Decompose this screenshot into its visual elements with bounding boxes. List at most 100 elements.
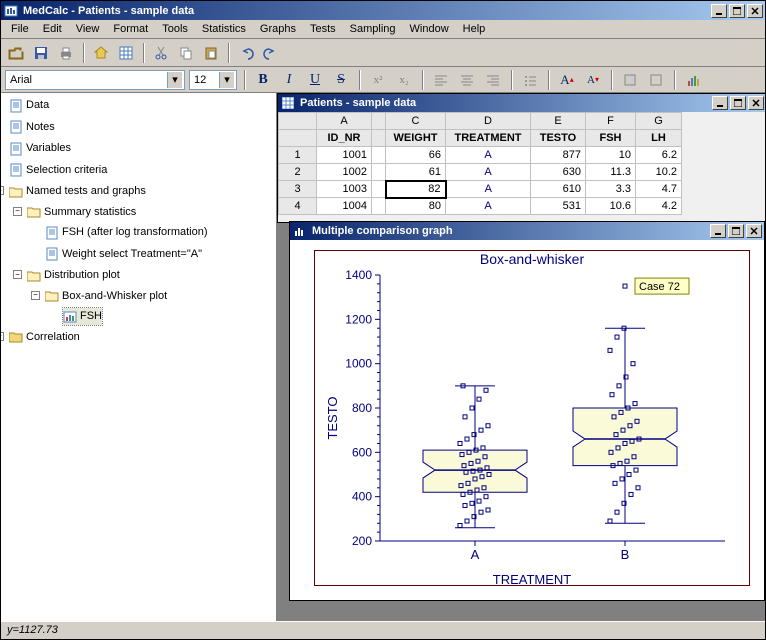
tree-item[interactable]: Correlation <box>9 329 80 346</box>
fontsize-combo[interactable]: 12 ▾ <box>189 70 237 90</box>
box2-button[interactable] <box>645 69 667 91</box>
data-window-title: Patients - sample data <box>300 97 712 109</box>
align-left-button[interactable] <box>430 69 452 91</box>
grid-button[interactable] <box>115 42 137 64</box>
menu-file[interactable]: File <box>5 21 35 37</box>
cut-button[interactable] <box>150 42 172 64</box>
tree-label: Selection criteria <box>26 162 107 179</box>
close-button[interactable] <box>747 4 763 18</box>
tree-label: Notes <box>26 119 55 136</box>
bold-button[interactable]: B <box>252 69 274 91</box>
document-icon <box>45 226 59 240</box>
svg-text:600: 600 <box>352 445 372 459</box>
menu-window[interactable]: Window <box>404 21 455 37</box>
folder-icon <box>27 205 41 219</box>
tree-toggle[interactable]: − <box>13 207 22 216</box>
minimize-button[interactable] <box>711 4 727 18</box>
box1-button[interactable] <box>619 69 641 91</box>
menu-statistics[interactable]: Statistics <box>196 21 252 37</box>
tree-label: Data <box>26 97 49 114</box>
data-grid[interactable]: ACDEFGID_NRWEIGHTTREATMENTTESTOFSHLH1100… <box>278 112 765 222</box>
menu-graphs[interactable]: Graphs <box>254 21 302 37</box>
data-window[interactable]: Patients - sample data ACDEFGID_NRWEIGHT… <box>277 93 765 223</box>
save-button[interactable] <box>30 42 52 64</box>
tree-toggle[interactable]: + <box>1 332 4 341</box>
document-icon <box>9 142 23 156</box>
close-button[interactable] <box>748 96 764 110</box>
svg-text:800: 800 <box>352 401 372 415</box>
align-right-button[interactable] <box>482 69 504 91</box>
tree-label: Correlation <box>26 329 80 346</box>
menu-format[interactable]: Format <box>107 21 154 37</box>
document-icon <box>9 99 23 113</box>
superscript-button[interactable]: x² <box>367 69 389 91</box>
paste-button[interactable] <box>200 42 222 64</box>
folder-icon <box>9 330 23 344</box>
tree-item[interactable]: Notes <box>9 119 55 136</box>
tree-panel[interactable]: DataNotesVariablesSelection criteria−Nam… <box>1 93 277 621</box>
tree-label: Distribution plot <box>44 267 120 284</box>
chevron-down-icon: ▾ <box>219 72 234 88</box>
format-toolbar: Arial ▾ 12 ▾ B I U S x² x₂ A▴ A▾ <box>1 67 765 93</box>
print-button[interactable] <box>55 42 77 64</box>
copy-button[interactable] <box>175 42 197 64</box>
tree-item[interactable]: FSH <box>63 308 102 325</box>
minimize-button[interactable] <box>710 224 726 238</box>
increase-font-button[interactable]: A▴ <box>556 69 578 91</box>
align-center-button[interactable] <box>456 69 478 91</box>
tree-item[interactable]: Data <box>9 97 49 114</box>
decrease-font-button[interactable]: A▾ <box>582 69 604 91</box>
tree-toggle[interactable]: − <box>1 186 4 195</box>
undo-button[interactable] <box>235 42 257 64</box>
minimize-button[interactable] <box>712 96 728 110</box>
tree-label: Weight select Treatment="A" <box>62 246 202 263</box>
tree-label: Variables <box>26 140 71 157</box>
menubar: File Edit View Format Tools Statistics G… <box>1 20 765 39</box>
tree-item[interactable]: Named tests and graphs <box>9 183 146 200</box>
maximize-button[interactable] <box>728 224 744 238</box>
menu-sampling[interactable]: Sampling <box>344 21 402 37</box>
svg-text:400: 400 <box>352 490 372 504</box>
tree-item[interactable]: Weight select Treatment="A" <box>45 246 202 263</box>
svg-text:1000: 1000 <box>345 357 372 371</box>
menu-tools[interactable]: Tools <box>156 21 194 37</box>
maximize-button[interactable] <box>730 96 746 110</box>
tree-item[interactable]: Distribution plot <box>27 267 120 284</box>
tree-item[interactable]: Box-and-Whisker plot <box>45 288 167 305</box>
app-title: MedCalc - Patients - sample data <box>23 5 711 17</box>
bullets-button[interactable] <box>519 69 541 91</box>
chart-icon <box>292 223 308 239</box>
svg-text:1400: 1400 <box>345 268 372 282</box>
app-icon <box>3 3 19 19</box>
menu-tests[interactable]: Tests <box>304 21 342 37</box>
tree-label: FSH (after log transformation) <box>62 224 208 241</box>
redo-button[interactable] <box>260 42 282 64</box>
tree-toggle[interactable]: − <box>31 291 40 300</box>
chart-window[interactable]: Multiple comparison graph Box-and-whiske… <box>289 221 765 601</box>
strike-button[interactable]: S <box>330 69 352 91</box>
folder-icon <box>9 185 23 199</box>
chart-button[interactable] <box>682 69 704 91</box>
tree-item[interactable]: Selection criteria <box>9 162 107 179</box>
open-button[interactable] <box>5 42 27 64</box>
tree-item[interactable]: FSH (after log transformation) <box>45 224 208 241</box>
grid-icon <box>280 95 296 111</box>
maximize-button[interactable] <box>729 4 745 18</box>
close-button[interactable] <box>746 224 762 238</box>
subscript-button[interactable]: x₂ <box>393 69 415 91</box>
chart-window-title: Multiple comparison graph <box>312 225 710 237</box>
folder-icon <box>45 289 59 303</box>
underline-button[interactable]: U <box>304 69 326 91</box>
italic-button[interactable]: I <box>278 69 300 91</box>
home-button[interactable] <box>90 42 112 64</box>
fontsize-value: 12 <box>194 74 206 86</box>
svg-text:1200: 1200 <box>345 312 372 326</box>
chevron-down-icon: ▾ <box>167 72 182 88</box>
tree-item[interactable]: Variables <box>9 140 71 157</box>
menu-edit[interactable]: Edit <box>37 21 68 37</box>
menu-view[interactable]: View <box>70 21 106 37</box>
menu-help[interactable]: Help <box>457 21 492 37</box>
tree-toggle[interactable]: − <box>13 270 22 279</box>
font-combo[interactable]: Arial ▾ <box>5 70 185 90</box>
tree-item[interactable]: Summary statistics <box>27 204 136 221</box>
